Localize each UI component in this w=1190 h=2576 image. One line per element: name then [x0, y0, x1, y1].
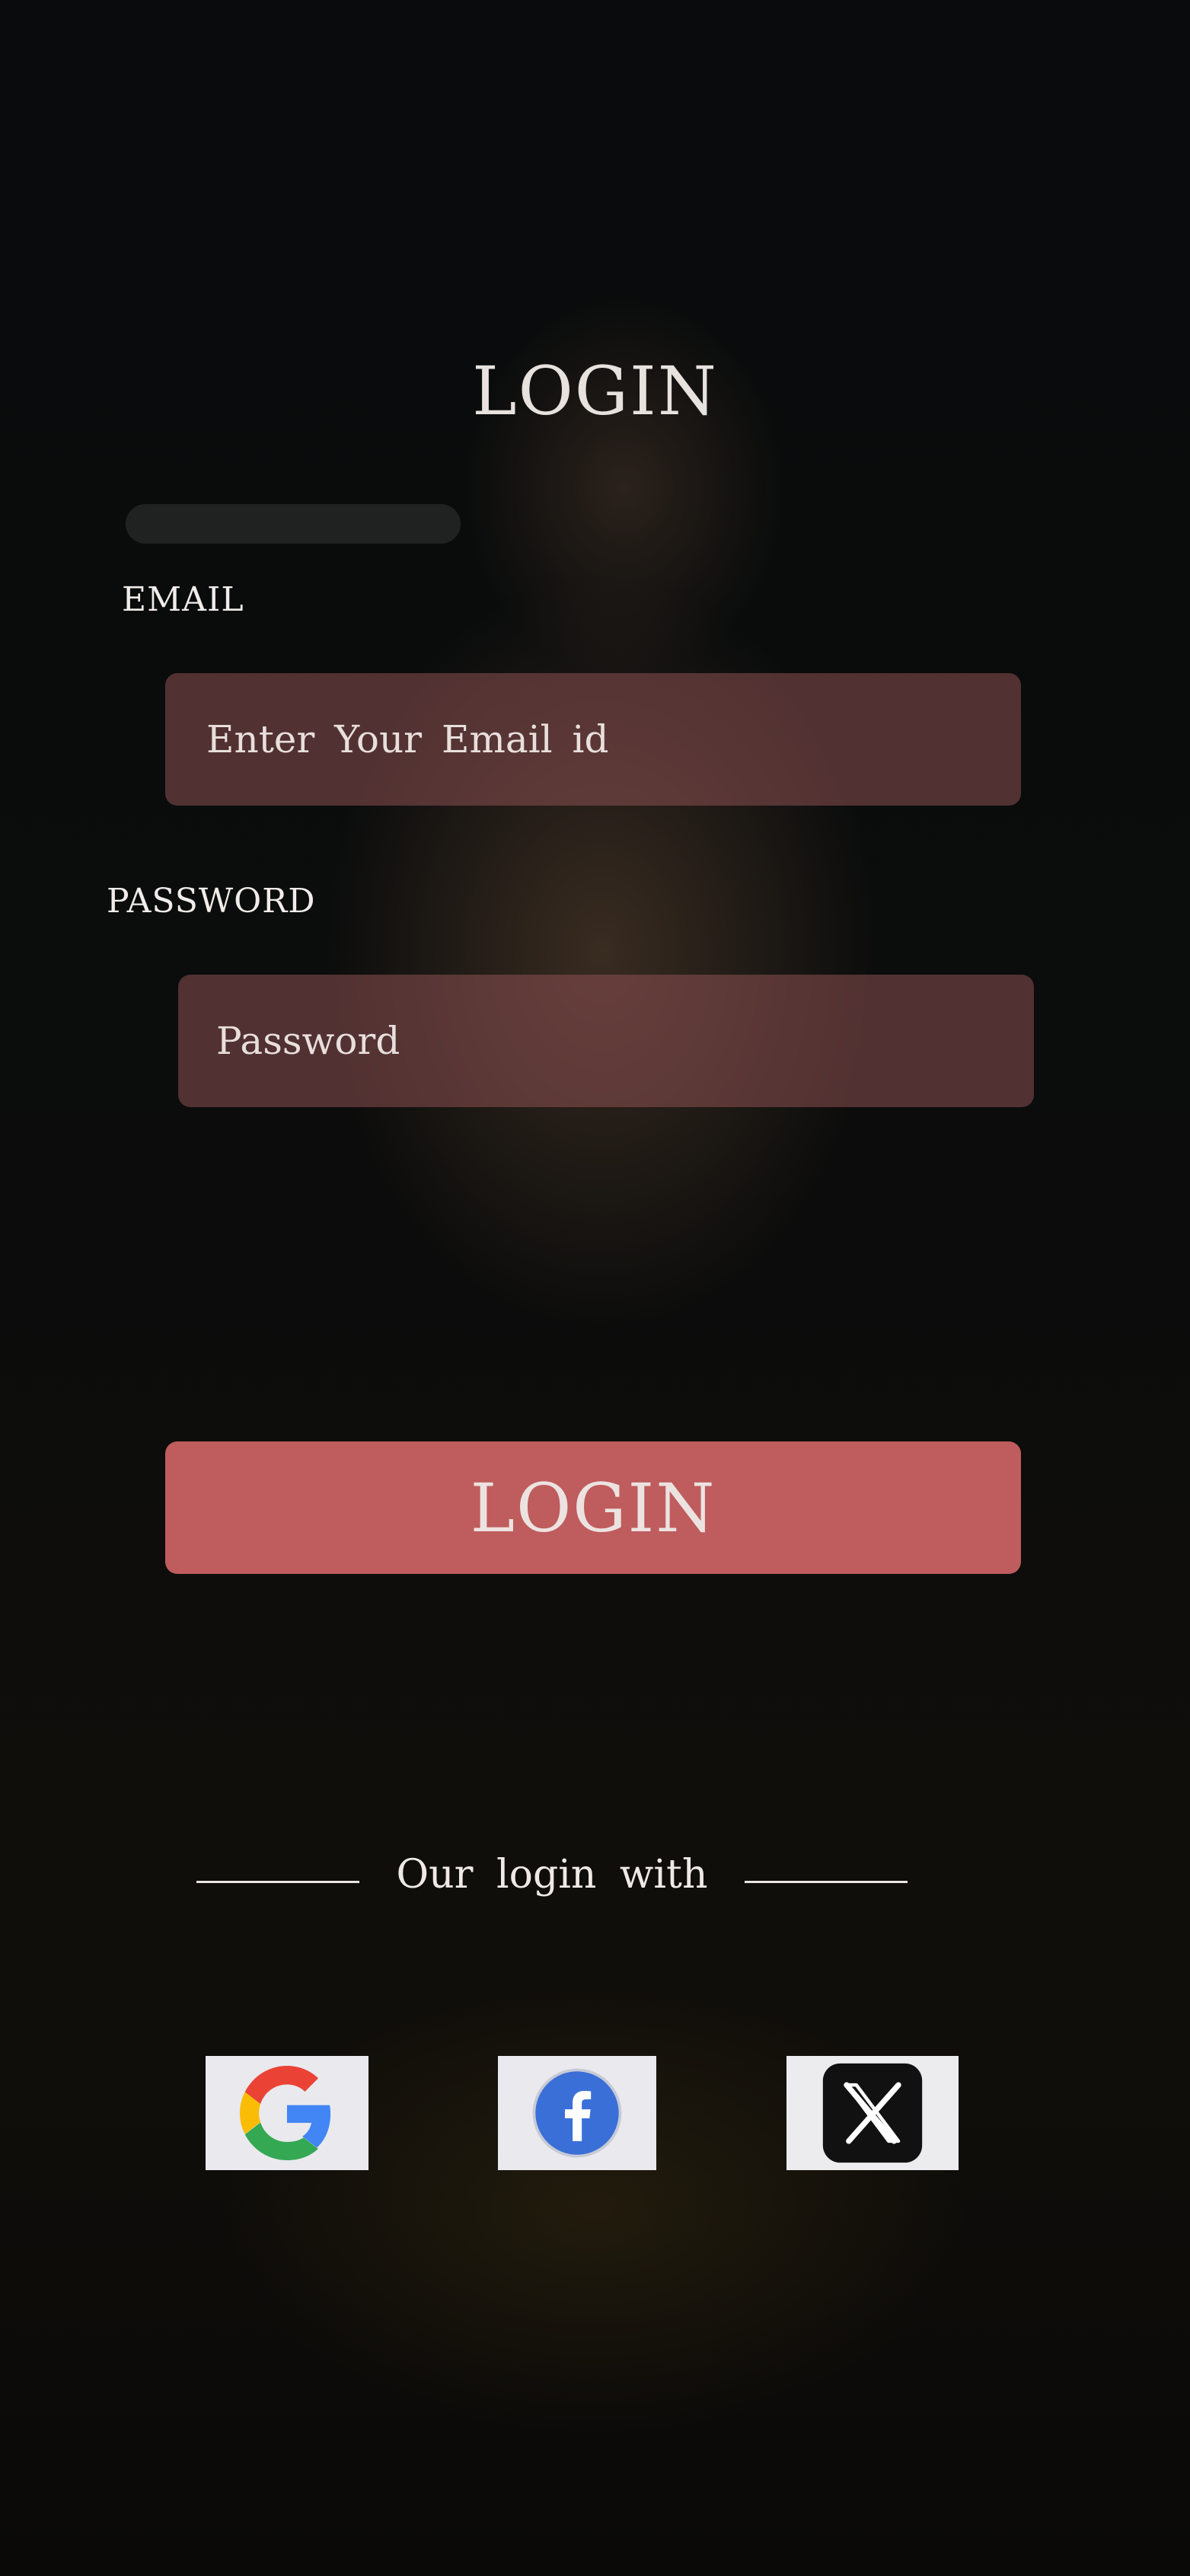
- login-button[interactable]: LOGIN: [165, 1441, 1021, 1574]
- google-icon: [240, 2066, 331, 2160]
- password-label: PASSWORD: [107, 882, 316, 921]
- x-login-button[interactable]: [786, 2056, 959, 2170]
- background-decoration: [126, 504, 461, 544]
- x-icon: [822, 2063, 923, 2163]
- email-input[interactable]: [165, 673, 1021, 806]
- social-login-label: Our login with: [396, 1852, 708, 1898]
- divider-line-left: [196, 1881, 359, 1883]
- password-input[interactable]: [178, 975, 1034, 1107]
- facebook-login-button[interactable]: [498, 2056, 656, 2170]
- email-label: EMAIL: [122, 580, 244, 619]
- facebook-icon: [532, 2068, 622, 2158]
- google-login-button[interactable]: [206, 2056, 368, 2170]
- page-title: LOGIN: [472, 352, 718, 430]
- divider-line-right: [745, 1881, 908, 1883]
